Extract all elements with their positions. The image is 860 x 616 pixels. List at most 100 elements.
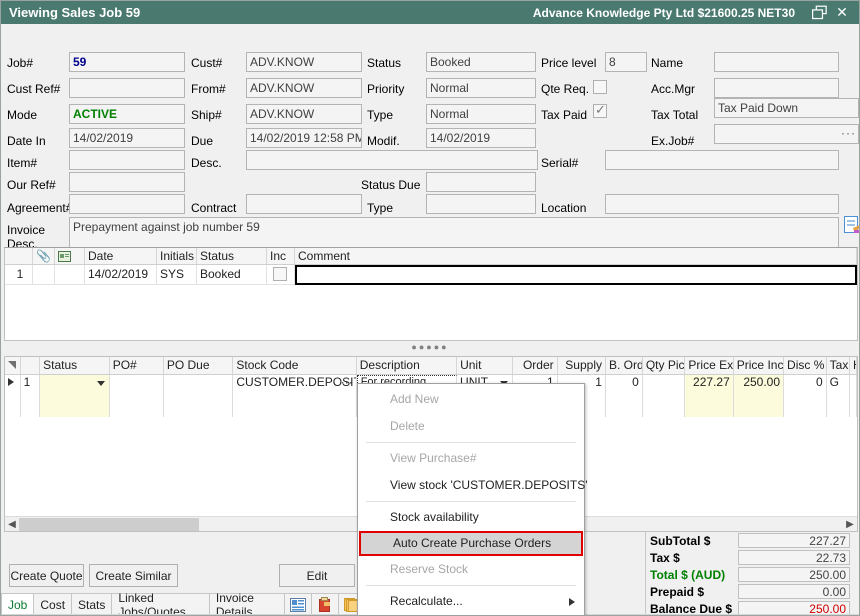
close-icon[interactable]: ✕ xyxy=(831,3,853,23)
line-row-b-ord[interactable]: 0 xyxy=(606,375,643,417)
comment-col-date[interactable]: Date xyxy=(85,248,157,264)
grid-splitter[interactable]: ●●●●● xyxy=(1,342,859,351)
line-col-b-ord[interactable]: B. Ord xyxy=(606,357,643,374)
cust-no-label: Cust# xyxy=(191,56,222,70)
restore-window-icon[interactable] xyxy=(809,3,831,23)
desc-field[interactable] xyxy=(246,150,538,170)
tab-stats[interactable]: Stats xyxy=(71,593,112,615)
edit-button[interactable]: Edit xyxy=(279,564,355,587)
line-row-price-inc[interactable]: 250.00 xyxy=(734,375,784,417)
type2-field[interactable] xyxy=(426,194,536,214)
cust-ref-field[interactable] xyxy=(69,78,185,98)
hscroll-thumb[interactable] xyxy=(19,518,199,531)
line-row-tax[interactable]: G xyxy=(827,375,850,417)
comment-grid-header: 📎 Date Initials Status Inc Comment xyxy=(5,248,857,265)
comment-col-inc[interactable]: Inc xyxy=(267,248,295,264)
status-due-field[interactable] xyxy=(426,172,536,192)
tab-details-list[interactable] xyxy=(284,593,312,615)
line-col-description[interactable]: Description xyxy=(357,357,457,374)
tax-paid-checkbox[interactable] xyxy=(593,104,607,118)
contract-field[interactable] xyxy=(246,194,362,214)
chevron-left-icon[interactable]: ◀ xyxy=(5,519,19,530)
tab-linked-jobs-quotes[interactable]: Linked Jobs/Quotes xyxy=(111,593,209,615)
location-field[interactable] xyxy=(605,194,839,214)
line-row-po[interactable] xyxy=(110,375,164,417)
job-no-field[interactable]: 59 xyxy=(69,52,185,72)
ship-no-field[interactable]: ADV.KNOW xyxy=(246,104,362,124)
acc-mgr-field[interactable] xyxy=(714,78,839,98)
invoice-desc-field[interactable]: Prepayment against job number 59 xyxy=(69,217,839,249)
line-col-disc-pct[interactable]: Disc % xyxy=(784,357,827,374)
create-quote-button[interactable]: Create Quote xyxy=(9,564,84,587)
name-field[interactable] xyxy=(714,52,839,72)
priority-field[interactable]: Normal xyxy=(426,78,536,98)
line-col-po[interactable]: PO# xyxy=(110,357,164,374)
tab-invoice-details[interactable]: Invoice Details xyxy=(209,593,285,615)
price-level-field[interactable]: 8 xyxy=(605,52,647,72)
ex-job-field[interactable]: ··· xyxy=(714,124,859,144)
comment-row-date[interactable]: 14/02/2019 xyxy=(85,265,157,284)
comment-row-comment-input[interactable] xyxy=(295,265,857,285)
line-col-supply[interactable]: Supply xyxy=(558,357,606,374)
menu-item-recalculate[interactable]: Recalculate... xyxy=(358,588,584,615)
comment-row-status[interactable]: Booked xyxy=(197,265,267,284)
sales-job-window: Viewing Sales Job 59 Advance Knowledge P… xyxy=(0,0,860,616)
line-col-order[interactable]: Order xyxy=(513,357,558,374)
comment-inc-checkbox[interactable] xyxy=(273,267,287,281)
stock-code-browse-button[interactable]: ··· xyxy=(341,375,353,389)
comment-row-initials[interactable]: SYS xyxy=(157,265,197,284)
comment-col-status[interactable]: Status xyxy=(197,248,267,264)
comment-col-rownum xyxy=(5,248,33,264)
date-in-field[interactable]: 14/02/2019 xyxy=(69,128,185,148)
comment-row-attachment[interactable] xyxy=(33,265,55,284)
line-col-qty-pick[interactable]: Qty Pick xyxy=(643,357,686,374)
line-col-status[interactable]: Status xyxy=(40,357,110,374)
line-col-price-ex[interactable]: Price Ex. xyxy=(685,357,733,374)
document-note-icon[interactable] xyxy=(844,216,860,234)
line-row-stock-code-value: CUSTOMER.DEPOSITS xyxy=(236,375,356,389)
from-no-field[interactable]: ADV.KNOW xyxy=(246,78,362,98)
status-field[interactable]: Booked xyxy=(426,52,536,72)
tab-job[interactable]: Job xyxy=(1,593,34,615)
line-row-stock-code[interactable]: CUSTOMER.DEPOSITS ··· xyxy=(233,375,356,417)
line-row-h[interactable] xyxy=(850,375,857,417)
type-field[interactable]: Normal xyxy=(426,104,536,124)
tab-cost[interactable]: Cost xyxy=(33,593,72,615)
item-no-field[interactable] xyxy=(69,150,185,170)
line-col-stock-code[interactable]: Stock Code xyxy=(233,357,356,374)
comment-row-inc-cell xyxy=(267,265,295,284)
comment-row-note[interactable] xyxy=(55,265,85,284)
mode-field[interactable]: ACTIVE xyxy=(69,104,185,124)
line-row-price-ex[interactable]: 227.27 xyxy=(685,375,733,417)
comment-col-initials[interactable]: Initials xyxy=(157,248,197,264)
comment-col-comment[interactable]: Comment xyxy=(295,248,857,264)
cust-no-field[interactable]: ADV.KNOW xyxy=(246,52,362,72)
menu-item-view-stock[interactable]: View stock 'CUSTOMER.DEPOSITS' xyxy=(358,472,584,499)
menu-item-auto-create-purchase-orders[interactable]: Auto Create Purchase Orders xyxy=(359,531,583,556)
agreement-field[interactable] xyxy=(69,194,185,214)
line-col-tax[interactable]: Tax xyxy=(827,357,850,374)
serial-field[interactable] xyxy=(605,150,839,170)
table-row[interactable]: 1 14/02/2019 SYS Booked xyxy=(5,265,857,285)
menu-separator xyxy=(366,442,576,443)
line-row-disc-pct[interactable]: 0 xyxy=(784,375,827,417)
subtotal-label: SubTotal $ xyxy=(646,534,738,548)
line-row-status-dropdown[interactable] xyxy=(40,375,110,417)
due-field[interactable]: 14/02/2019 12:58 PM xyxy=(246,128,362,148)
line-col-h[interactable]: H xyxy=(850,357,857,374)
tax-total-select[interactable]: Tax Paid Down xyxy=(714,98,859,118)
line-col-price-inc[interactable]: Price Inc. xyxy=(734,357,784,374)
create-similar-button[interactable]: Create Similar xyxy=(89,564,178,587)
modif-field[interactable]: 14/02/2019 xyxy=(426,128,536,148)
chevron-right-icon[interactable]: ▶ xyxy=(843,519,857,530)
menu-item-add-new: Add New xyxy=(358,386,584,413)
our-ref-field[interactable] xyxy=(69,172,185,192)
menu-item-stock-availability[interactable]: Stock availability xyxy=(358,504,584,531)
line-col-unit[interactable]: Unit xyxy=(457,357,513,374)
line-row-qty-pick[interactable] xyxy=(643,375,686,417)
line-row-po-due[interactable] xyxy=(164,375,234,417)
qte-req-checkbox[interactable] xyxy=(593,80,607,94)
tab-clipboard[interactable] xyxy=(311,593,339,615)
line-col-po-due[interactable]: PO Due xyxy=(164,357,234,374)
ex-job-browse-button[interactable]: ··· xyxy=(841,127,856,139)
